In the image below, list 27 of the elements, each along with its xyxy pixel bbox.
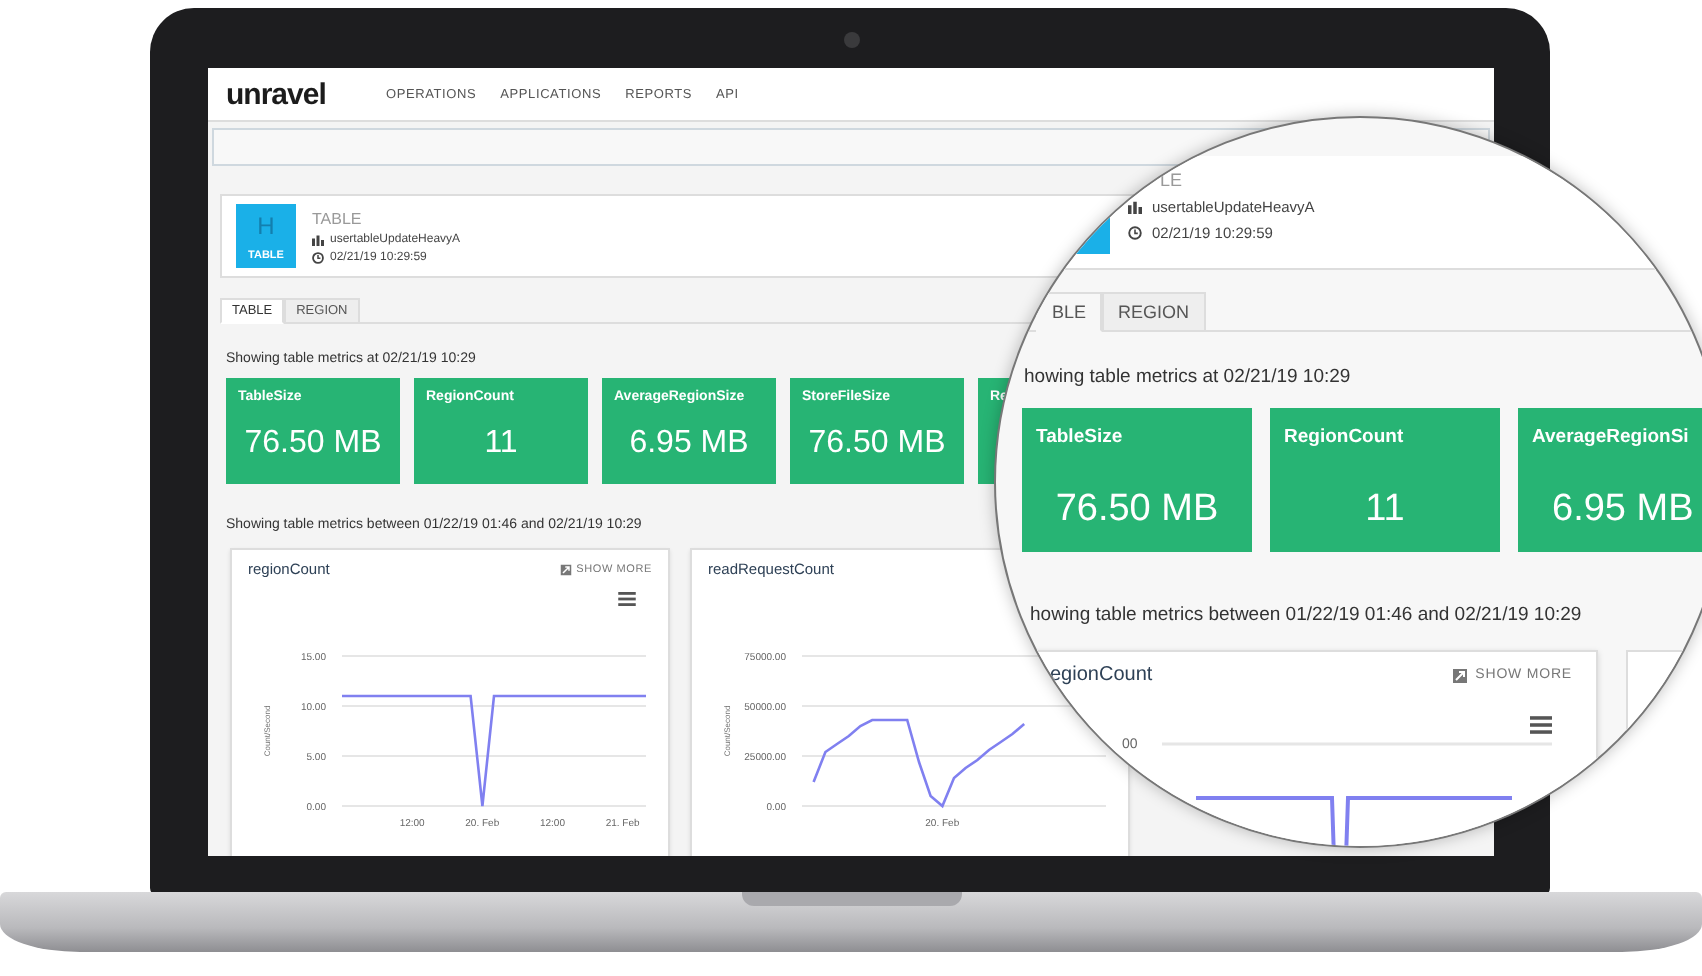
- expand-icon: [560, 563, 573, 575]
- chart-title: egionCount: [1050, 664, 1153, 686]
- metric-value: 76.50 MB: [806, 426, 948, 462]
- metric-label: AverageRegionSi: [1532, 426, 1691, 448]
- entity-type: TABLE: [312, 209, 364, 227]
- logo[interactable]: unravel: [226, 77, 386, 111]
- bar-chart-icon: [312, 233, 324, 245]
- metric-value: 76.50 MB: [1053, 488, 1221, 532]
- caption-text: howing table metrics at 02/21/19 10:29: [1024, 366, 1353, 388]
- metric-value: 11: [482, 426, 520, 462]
- camera-dot: [843, 32, 859, 48]
- clock-icon: [1128, 225, 1142, 240]
- metric-value: 76.50 MB: [242, 426, 384, 462]
- expand-icon: [1451, 667, 1468, 683]
- clock-icon: [312, 251, 324, 263]
- tab[interactable]: REGION: [1102, 292, 1206, 332]
- metric-value: 11: [1363, 488, 1407, 532]
- metric-label: RegionCount: [1284, 426, 1406, 448]
- tab[interactable]: BLE: [1036, 292, 1103, 332]
- menu-icon[interactable]: [618, 592, 636, 606]
- bar-chart-icon: [1128, 200, 1142, 215]
- metric-value: 6.95 MB: [627, 426, 751, 462]
- metric-value: 6.95 MB: [1550, 488, 1696, 532]
- metric-label: TableSize: [1036, 426, 1125, 448]
- caption-text: howing table metrics between 01/22/19 01:46 and 02/21/19 10:29: [1030, 604, 1584, 626]
- badge-letter: H: [257, 214, 275, 238]
- menu-icon[interactable]: [1530, 716, 1552, 734]
